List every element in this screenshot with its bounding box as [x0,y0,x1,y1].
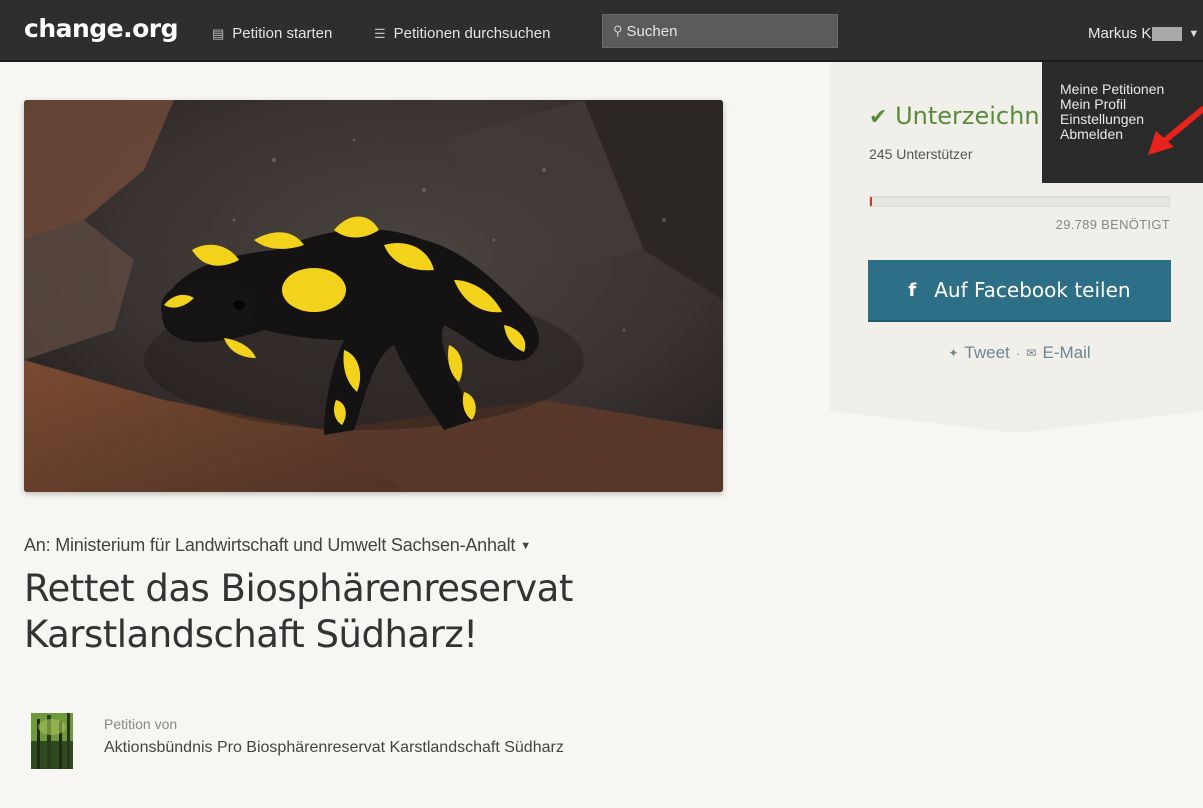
facebook-icon: f [908,279,917,301]
signatures-needed: 29.789 BENÖTIGT [1055,217,1170,232]
separator: · [1015,345,1021,361]
tweet-link[interactable]: Tweet [964,343,1009,363]
facebook-share-label: Auf Facebook teilen [934,278,1131,302]
petition-hero-image [24,100,723,492]
list-icon: ☰ [374,25,386,41]
petition-title: Rettet das Biosphärenreservat Karstlands… [24,567,573,656]
nav-browse-petitions[interactable]: ☰ Petitionen durchsuchen [374,25,550,42]
progress-fill [870,197,873,206]
petition-target[interactable]: An: Ministerium für Landwirtschaft und U… [24,535,531,556]
checkmark-icon: ✔ [869,105,888,130]
supporter-count: 245 Unterstützer [869,146,973,162]
petition-target-label: An: Ministerium für Landwirtschaft und U… [24,535,516,555]
fire-salamander-photo [24,100,723,492]
red-annotation-arrow [1148,106,1203,155]
signature-progress-bar [869,196,1170,207]
chevron-down-icon: ▼ [520,539,531,552]
signed-status: ✔ Unterzeichnet [869,102,1041,130]
user-name: Markus K [1088,25,1152,42]
user-menu-toggle[interactable]: Markus K ▼ [1088,25,1199,42]
nav-start-petition[interactable]: ▤ Petition starten [212,25,332,42]
search-box[interactable]: ⚲ [602,14,838,48]
search-input[interactable] [626,22,827,40]
sidebar-bottom-pointer [830,407,1203,433]
forest-thumbnail [31,713,73,769]
change-org-logo[interactable]: change.org [24,14,179,43]
twitter-icon: ✦ [948,346,959,360]
signed-label: Unterzeichnet [895,102,1041,130]
chevron-down-icon: ▼ [1188,27,1200,40]
document-icon: ▤ [212,25,225,41]
top-navigation-bar: change.org ▤ Petition starten ☰ Petition… [0,0,1203,62]
mail-icon: ✉ [1026,346,1037,360]
nav-browse-petitions-label: Petitionen durchsuchen [393,25,551,42]
facebook-share-button[interactable]: f Auf Facebook teilen [868,260,1171,322]
search-icon: ⚲ [613,23,623,38]
creator-avatar [31,713,73,769]
email-link[interactable]: E-Mail [1042,343,1090,363]
redacted-name-block [1152,26,1183,41]
creator-name[interactable]: Aktionsbündnis Pro Biosphärenreservat Ka… [104,739,564,757]
share-links: ✦ Tweet · ✉ E-Mail [869,343,1170,363]
creator-label: Petition von [104,716,178,732]
nav-start-petition-label: Petition starten [232,25,333,42]
